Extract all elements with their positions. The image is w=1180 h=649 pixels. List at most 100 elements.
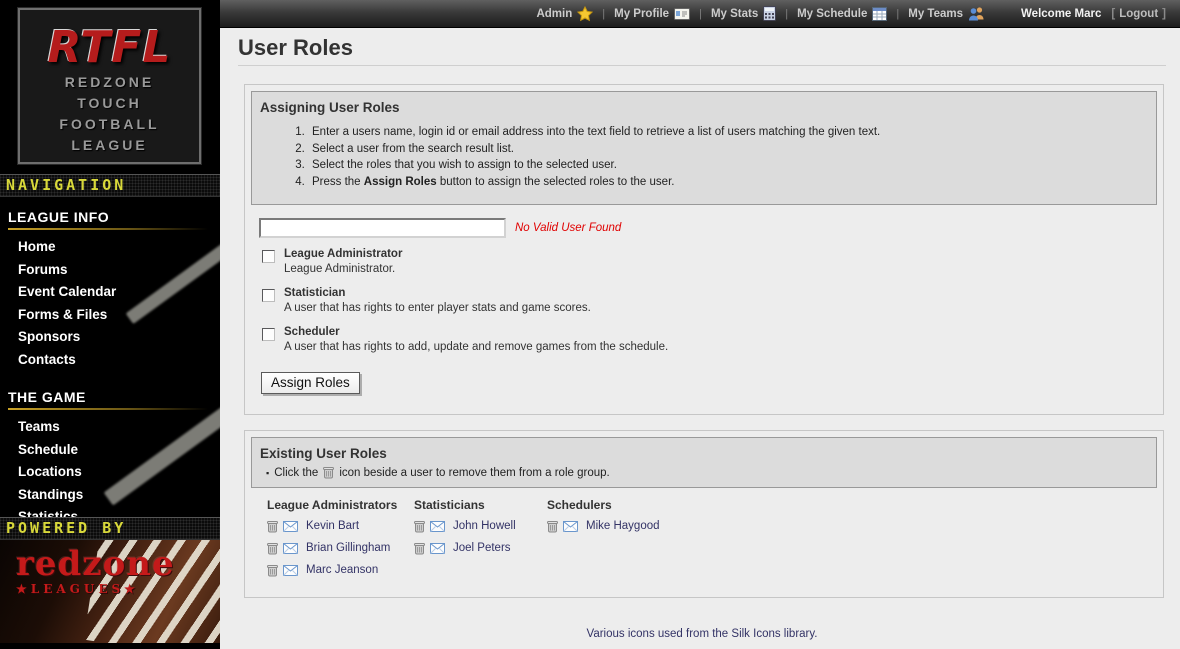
sidebar-item-standings[interactable]: Standings — [0, 484, 220, 507]
topbar-link-my-profile[interactable]: My Profile — [614, 8, 690, 20]
page-footer: Various icons used from the Silk Icons l… — [238, 628, 1166, 649]
group-title: League Administrators — [267, 498, 414, 512]
user-row: Brian Gillingham — [267, 537, 414, 559]
sidebar-item-schedule[interactable]: Schedule — [0, 439, 220, 462]
topbar-link-label: My Profile — [614, 8, 669, 20]
scheduler-checkbox[interactable] — [262, 328, 275, 341]
role-option-league-administrator: League Administrator League Administrato… — [259, 247, 1157, 277]
footer-line: Various icons used from the Silk Icons l… — [238, 628, 1166, 640]
logo-title: RTFL — [20, 24, 199, 72]
rtfl-logo[interactable]: RTFL REDZONE TOUCH FOOTBALL LEAGUE — [18, 8, 201, 164]
role-description: League Administrator. — [284, 262, 402, 277]
bracket: ] — [1162, 8, 1166, 20]
trash-icon — [323, 466, 334, 479]
sidebar-item-home[interactable]: Home — [0, 236, 220, 259]
star-icon — [577, 6, 593, 22]
separator: | — [896, 8, 899, 20]
calculator-icon — [763, 6, 776, 21]
user-name-link[interactable]: John Howell — [453, 520, 516, 532]
remove-user-trash-icon[interactable] — [267, 564, 278, 577]
instructions-list: Enter a users name, login id or email ad… — [260, 124, 1146, 190]
user-name-link[interactable]: Mike Haygood — [586, 520, 660, 532]
remove-user-trash-icon[interactable] — [267, 520, 278, 533]
topbar-link-my-stats[interactable]: My Stats — [711, 6, 776, 21]
existing-roles-header-box: Existing User Roles ▪ Click the icon bes… — [251, 437, 1157, 488]
sidebar-item-sponsors[interactable]: Sponsors — [0, 326, 220, 349]
sidebar-item-contacts[interactable]: Contacts — [0, 349, 220, 372]
topbar-link-admin[interactable]: Admin — [536, 6, 593, 22]
user-row: Joel Peters — [414, 537, 547, 559]
sidebar-item-forms-files[interactable]: Forms & Files — [0, 304, 220, 327]
email-user-icon[interactable] — [563, 521, 578, 532]
user-name-link[interactable]: Kevin Bart — [306, 520, 359, 532]
email-user-icon[interactable] — [430, 521, 445, 532]
redzone-logo-title: redzone — [16, 546, 220, 582]
group-league-administrators: League Administrators Kevin Bart Brian G… — [267, 498, 414, 581]
user-search-row: No Valid User Found — [259, 218, 1157, 238]
group-icon — [968, 6, 985, 21]
user-search-input[interactable] — [259, 218, 506, 238]
redzone-leagues-logo[interactable]: redzone ★LEAGUES★ — [0, 540, 220, 596]
remove-user-trash-icon[interactable] — [267, 542, 278, 555]
remove-user-trash-icon[interactable] — [547, 520, 558, 533]
sidebar-item-forums[interactable]: Forums — [0, 259, 220, 282]
assigning-heading: Assigning User Roles — [260, 100, 1146, 115]
user-name-link[interactable]: Brian Gillingham — [306, 542, 390, 554]
user-name-link[interactable]: Marc Jeanson — [306, 564, 378, 576]
instruction-text: Press the — [312, 176, 364, 188]
powered-by-area: redzone ★LEAGUES★ — [0, 540, 220, 643]
group-statisticians: Statisticians John Howell Joel Peters — [414, 498, 547, 581]
user-name-link[interactable]: Joel Peters — [453, 542, 511, 554]
statistician-checkbox[interactable] — [262, 289, 275, 302]
main-content: User Roles Assigning User Roles Enter a … — [220, 28, 1180, 649]
sidebar: RTFL REDZONE TOUCH FOOTBALL LEAGUE NAVIG… — [0, 0, 220, 649]
instruction-item: Select the roles that you wish to assign… — [308, 157, 1146, 174]
remove-user-trash-icon[interactable] — [414, 542, 425, 555]
group-title: Schedulers — [547, 498, 660, 512]
instruction-item: Press the Assign Roles button to assign … — [308, 174, 1146, 191]
email-user-icon[interactable] — [430, 543, 445, 554]
logout-link[interactable]: Logout — [1119, 8, 1158, 20]
sidebar-section-title-league-info: LEAGUE INFO — [0, 197, 220, 228]
topbar-link-label: My Schedule — [797, 8, 867, 20]
logo-line: FOOTBALL — [20, 114, 199, 135]
section-underline — [8, 408, 208, 410]
remove-user-trash-icon[interactable] — [414, 520, 425, 533]
logo-line: LEAGUE — [20, 135, 199, 156]
assign-roles-button[interactable]: Assign Roles — [261, 372, 360, 394]
topbar-link-my-teams[interactable]: My Teams — [908, 6, 985, 21]
sidebar-item-statistics[interactable]: Statistics — [0, 506, 220, 517]
separator: | — [602, 8, 605, 20]
sidebar-item-teams[interactable]: Teams — [0, 416, 220, 439]
logo-line: TOUCH — [20, 93, 199, 114]
remove-role-note: ▪ Click the icon beside a user to remove… — [260, 466, 1146, 479]
note-text: Click the — [274, 467, 318, 479]
league-administrator-checkbox[interactable] — [262, 250, 275, 263]
sidebar-nav: LEAGUE INFO Home Forums Event Calendar F… — [0, 197, 220, 517]
sidebar-item-event-calendar[interactable]: Event Calendar — [0, 281, 220, 304]
welcome-text: Welcome Marc — [1021, 8, 1101, 20]
redzone-logo-subtitle: ★LEAGUES★ — [16, 582, 220, 596]
group-schedulers: Schedulers Mike Haygood — [547, 498, 660, 581]
sidebar-item-locations[interactable]: Locations — [0, 461, 220, 484]
assigning-user-roles-section: Assigning User Roles Enter a users name,… — [244, 84, 1164, 415]
email-user-icon[interactable] — [283, 521, 298, 532]
email-user-icon[interactable] — [283, 565, 298, 576]
bracket: [ — [1111, 8, 1115, 20]
topbar: Admin | My Profile | My Stats | My Sched… — [220, 0, 1180, 28]
existing-heading: Existing User Roles — [260, 446, 1146, 461]
calendar-icon — [872, 7, 887, 21]
sidebar-section-title-the-game: THE GAME — [0, 371, 220, 408]
instruction-item: Select a user from the search result lis… — [308, 141, 1146, 158]
topbar-link-my-schedule[interactable]: My Schedule — [797, 7, 887, 21]
user-row: John Howell — [414, 515, 547, 537]
logo-line: REDZONE — [20, 72, 199, 93]
user-row: Kevin Bart — [267, 515, 414, 537]
user-row: Marc Jeanson — [267, 559, 414, 581]
user-row: Mike Haygood — [547, 515, 660, 537]
powered-by-band: POWERED BY — [0, 517, 220, 540]
role-description: A user that has rights to enter player s… — [284, 301, 591, 316]
no-valid-user-message: No Valid User Found — [515, 222, 621, 234]
role-groups: League Administrators Kevin Bart Brian G… — [251, 488, 1157, 591]
email-user-icon[interactable] — [283, 543, 298, 554]
